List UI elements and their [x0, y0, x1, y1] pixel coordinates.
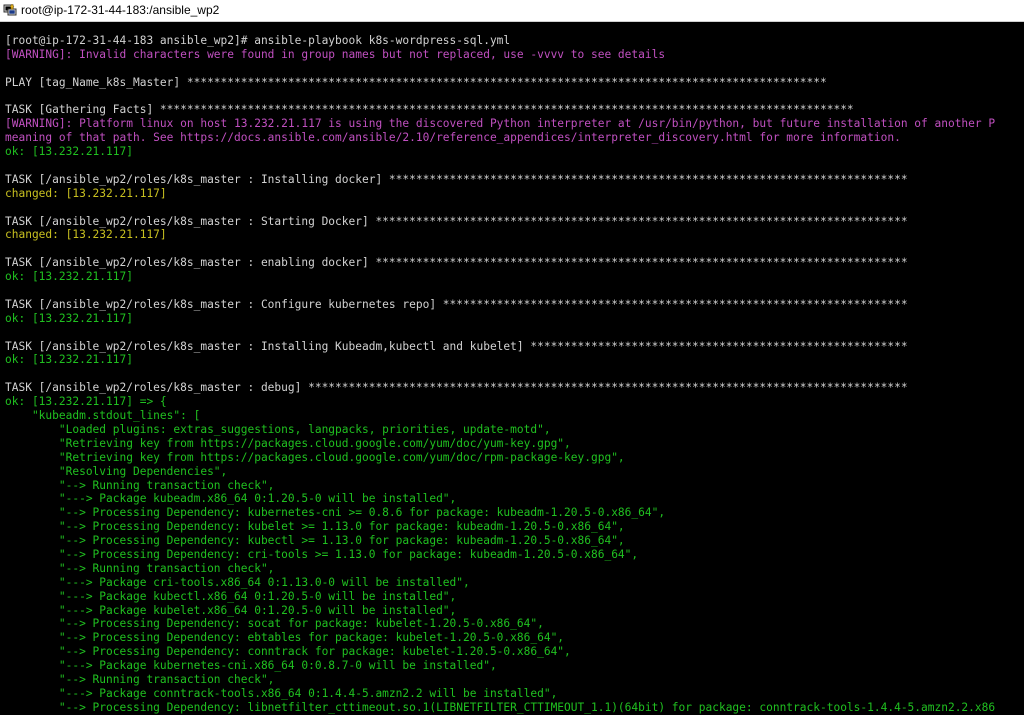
- terminal-text: changed: [13.232.21.117]: [5, 228, 167, 242]
- terminal-text: "--> Processing Dependency: cri-tools >=…: [5, 547, 639, 561]
- terminal-line: ok: [13.232.21.117]: [5, 270, 995, 284]
- terminal-text: "Loaded plugins: extras_suggestions, lan…: [5, 422, 551, 436]
- terminal-line: TASK [/ansible_wp2/roles/k8s_master : St…: [5, 215, 995, 229]
- terminal-line: ok: [13.232.21.117] => {: [5, 395, 995, 409]
- terminal-line: TASK [/ansible_wp2/roles/k8s_master : Co…: [5, 298, 995, 312]
- terminal-text: "---> Package kubectl.x86_64 0:1.20.5-0 …: [5, 589, 457, 603]
- terminal-line: changed: [13.232.21.117]: [5, 187, 995, 201]
- terminal-line: "Resolving Dependencies",: [5, 465, 995, 479]
- terminal-line: TASK [Gathering Facts] *****************…: [5, 103, 995, 117]
- terminal-text: [root@ip-172-31-44-183 ansible_wp2]# ans…: [5, 34, 511, 47]
- terminal-text: "--> Processing Dependency: kubernetes-c…: [5, 506, 666, 520]
- terminal-line: "--> Running transaction check",: [5, 479, 995, 493]
- terminal-line: TASK [/ansible_wp2/roles/k8s_master : en…: [5, 256, 995, 270]
- terminal-text: TASK [/ansible_wp2/roles/k8s_master : en…: [5, 256, 908, 270]
- terminal-text: "Retrieving key from https://packages.cl…: [5, 450, 625, 464]
- terminal-text: ok: [13.232.21.117]: [5, 353, 133, 367]
- terminal-line: "---> Package kubeadm.x86_64 0:1.20.5-0 …: [5, 492, 995, 506]
- terminal-text: ok: [13.232.21.117]: [5, 145, 133, 159]
- terminal-line: TASK [/ansible_wp2/roles/k8s_master : de…: [5, 381, 995, 395]
- terminal-line: "---> Package kubernetes-cni.x86_64 0:0.…: [5, 659, 995, 673]
- terminal-text: ok: [13.232.21.117] => {: [5, 395, 167, 409]
- terminal-text: "---> Package kubeadm.x86_64 0:1.20.5-0 …: [5, 492, 457, 506]
- terminal-text: "--> Processing Dependency: conntrack fo…: [5, 645, 571, 659]
- terminal-line: "Loaded plugins: extras_suggestions, lan…: [5, 423, 995, 437]
- terminal-text: meaning of that path. See https://docs.a…: [5, 131, 901, 145]
- terminal-text: changed: [13.232.21.117]: [5, 186, 167, 200]
- terminal-line: [root@ip-172-31-44-183 ansible_wp2]# ans…: [5, 34, 995, 48]
- terminal-text: TASK [/ansible_wp2/roles/k8s_master : In…: [5, 339, 908, 353]
- terminal-text: TASK [/ansible_wp2/roles/k8s_master : Co…: [5, 297, 908, 311]
- terminal-text: TASK [/ansible_wp2/roles/k8s_master : de…: [5, 381, 908, 395]
- terminal-line: "---> Package kubectl.x86_64 0:1.20.5-0 …: [5, 590, 995, 604]
- terminal-line: "--> Processing Dependency: conntrack fo…: [5, 645, 995, 659]
- terminal-text: "---> Package cri-tools.x86_64 0:1.13.0-…: [5, 575, 470, 589]
- terminal-text: "---> Package kubernetes-cni.x86_64 0:0.…: [5, 659, 497, 673]
- terminal-text: [WARNING]: Invalid characters were found…: [5, 47, 666, 61]
- terminal-text: "--> Processing Dependency: ebtables for…: [5, 631, 565, 645]
- terminal-text: TASK [Gathering Facts] *****************…: [5, 103, 854, 117]
- terminal-line: TASK [/ansible_wp2/roles/k8s_master : In…: [5, 340, 995, 354]
- terminal-text: TASK [/ansible_wp2/roles/k8s_master : St…: [5, 214, 908, 228]
- terminal-line: ok: [13.232.21.117]: [5, 312, 995, 326]
- terminal-text: "--> Running transaction check",: [5, 561, 275, 575]
- terminal-line: changed: [13.232.21.117]: [5, 228, 995, 242]
- terminal-text: "--> Processing Dependency: socat for pa…: [5, 617, 544, 631]
- terminal-line: ok: [13.232.21.117]: [5, 145, 995, 159]
- terminal-line: "Retrieving key from https://packages.cl…: [5, 437, 995, 451]
- terminal-text: "---> Package conntrack-tools.x86_64 0:1…: [5, 686, 558, 700]
- terminal-line: "--> Processing Dependency: kubectl >= 1…: [5, 534, 995, 548]
- terminal-text: "--> Running transaction check",: [5, 478, 275, 492]
- terminal-line: "--> Running transaction check",: [5, 673, 995, 687]
- terminal-line: "--> Running transaction check",: [5, 562, 995, 576]
- terminal-text: TASK [/ansible_wp2/roles/k8s_master : In…: [5, 172, 908, 186]
- terminal-text: "--> Processing Dependency: kubectl >= 1…: [5, 534, 625, 548]
- terminal-text: PLAY [tag_Name_k8s_Master] *************…: [5, 75, 827, 89]
- terminal-text: "---> Package kubelet.x86_64 0:1.20.5-0 …: [5, 603, 457, 617]
- terminal-line: PLAY [tag_Name_k8s_Master] *************…: [5, 76, 995, 90]
- terminal-text: "--> Processing Dependency: libnetfilter…: [5, 700, 996, 714]
- terminal-lines: [root@ip-172-31-44-183 ansible_wp2]# ans…: [5, 34, 995, 715]
- terminal-line: "--> Processing Dependency: cri-tools >=…: [5, 548, 995, 562]
- terminal-line: [WARNING]: Platform linux on host 13.232…: [5, 117, 995, 131]
- terminal-text: ok: [13.232.21.117]: [5, 311, 133, 325]
- terminal-text: "Resolving Dependencies",: [5, 464, 228, 478]
- terminal-text: ok: [13.232.21.117]: [5, 270, 133, 284]
- terminal-line: "Retrieving key from https://packages.cl…: [5, 451, 995, 465]
- putty-terminal-icon: [3, 3, 17, 16]
- terminal-line: "---> Package kubelet.x86_64 0:1.20.5-0 …: [5, 604, 995, 618]
- terminal-line: "---> Package conntrack-tools.x86_64 0:1…: [5, 687, 995, 701]
- terminal-line: "--> Processing Dependency: kubelet >= 1…: [5, 520, 995, 534]
- terminal-text: "--> Processing Dependency: kubelet >= 1…: [5, 520, 625, 534]
- terminal-line: "--> Processing Dependency: libnetfilter…: [5, 701, 995, 715]
- terminal-line: "---> Package cri-tools.x86_64 0:1.13.0-…: [5, 576, 995, 590]
- terminal-text: "--> Running transaction check",: [5, 672, 275, 686]
- terminal-output[interactable]: [root@ip-172-31-44-183 ansible_wp2]# ans…: [0, 22, 1024, 715]
- terminal-text: "kubeadm.stdout_lines": [: [5, 409, 201, 423]
- terminal-text: "Retrieving key from https://packages.cl…: [5, 436, 571, 450]
- terminal-line: "--> Processing Dependency: ebtables for…: [5, 631, 995, 645]
- title-bar: root@ip-172-31-44-183:/ansible_wp2: [0, 0, 1024, 22]
- terminal-line: TASK [/ansible_wp2/roles/k8s_master : In…: [5, 173, 995, 187]
- terminal-line: "--> Processing Dependency: socat for pa…: [5, 617, 995, 631]
- window-title: root@ip-172-31-44-183:/ansible_wp2: [21, 3, 220, 17]
- terminal-text: [WARNING]: Platform linux on host 13.232…: [5, 117, 996, 131]
- terminal-line: meaning of that path. See https://docs.a…: [5, 131, 995, 145]
- terminal-line: "kubeadm.stdout_lines": [: [5, 409, 995, 423]
- terminal-line: "--> Processing Dependency: kubernetes-c…: [5, 506, 995, 520]
- terminal-line: [WARNING]: Invalid characters were found…: [5, 48, 995, 62]
- terminal-line: ok: [13.232.21.117]: [5, 353, 995, 367]
